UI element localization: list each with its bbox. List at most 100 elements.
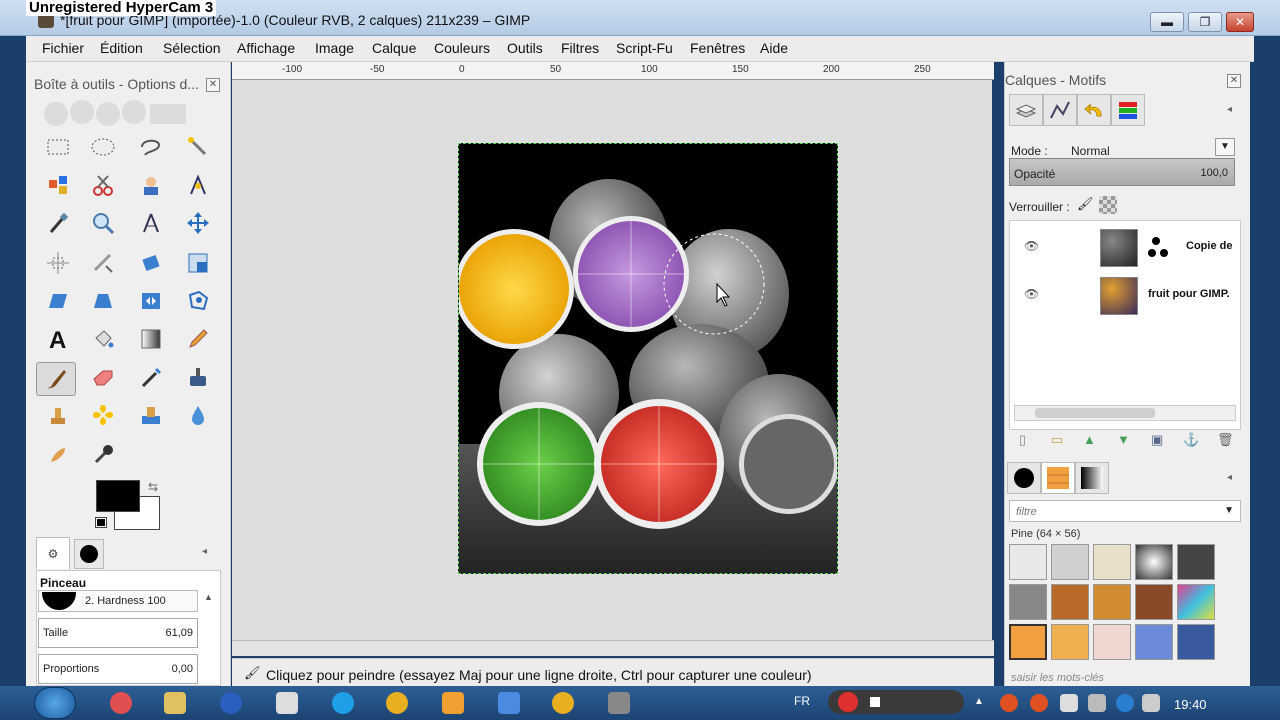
horizontal-scrollbar[interactable]: [232, 640, 994, 656]
menu-couleurs[interactable]: Couleurs: [434, 40, 490, 56]
airbrush-tool-icon[interactable]: [136, 362, 166, 392]
mode-select[interactable]: Normal: [1071, 144, 1110, 158]
paintbrush-tool-icon[interactable]: [36, 362, 76, 396]
file-explorer-icon[interactable]: [164, 692, 186, 714]
scissors-tool-icon[interactable]: [88, 170, 118, 200]
foreground-select-tool-icon[interactable]: [136, 170, 166, 200]
measure-tool-icon[interactable]: [136, 208, 166, 238]
move-tool-icon[interactable]: [183, 208, 213, 238]
perspective-tool-icon[interactable]: [88, 286, 118, 316]
start-button[interactable]: [34, 687, 76, 719]
smudge-tool-icon[interactable]: [43, 440, 73, 470]
pattern-swatch[interactable]: [1051, 624, 1089, 660]
volume-icon[interactable]: [1142, 694, 1160, 712]
rotate-tool-icon[interactable]: [136, 248, 166, 278]
maximize-button[interactable]: ❐: [1188, 12, 1222, 32]
brushes-tab-icon[interactable]: [1007, 462, 1041, 494]
tray-icon[interactable]: [1116, 694, 1134, 712]
panel-menu-icon[interactable]: ◂: [1227, 472, 1232, 483]
pattern-swatch[interactable]: [1135, 624, 1173, 660]
pencil-tool-icon[interactable]: [183, 324, 213, 354]
taskbar-app-icon[interactable]: [442, 692, 464, 714]
heal-tool-icon[interactable]: [88, 400, 118, 430]
visibility-eye-icon[interactable]: 👁: [1024, 239, 1039, 253]
pattern-swatch[interactable]: [1051, 544, 1089, 580]
pattern-swatch[interactable]: [1009, 544, 1047, 580]
menu-filtres[interactable]: Filtres: [561, 40, 599, 56]
taskbar-app-icon[interactable]: [276, 692, 298, 714]
pattern-swatch[interactable]: [1009, 584, 1047, 620]
layers-panel-close-icon[interactable]: ✕: [1227, 74, 1241, 88]
pattern-swatch[interactable]: [1093, 584, 1131, 620]
tray-icon[interactable]: [1060, 694, 1078, 712]
image-canvas[interactable]: [458, 143, 838, 574]
fuzzy-select-tool-icon[interactable]: [183, 132, 213, 162]
network-icon[interactable]: [1088, 694, 1106, 712]
lasso-tool-icon[interactable]: [136, 132, 166, 162]
size-slider[interactable]: Taille 61,09: [38, 618, 198, 648]
pattern-filter-input[interactable]: filtre ▼: [1009, 500, 1241, 522]
pattern-grid[interactable]: [1009, 544, 1229, 664]
ellipse-select-tool-icon[interactable]: [88, 132, 118, 162]
layer-row[interactable]: 👁 Copie de: [1010, 225, 1240, 269]
layers-list[interactable]: 👁 Copie de 👁 fruit pour GIMP.: [1009, 220, 1241, 430]
dodge-burn-tool-icon[interactable]: [88, 440, 118, 470]
close-button[interactable]: ✕: [1226, 12, 1254, 32]
text-tool-icon[interactable]: A: [43, 324, 73, 354]
tool-options-tab[interactable]: ⚙: [36, 537, 70, 569]
pause-record-icon[interactable]: [838, 692, 858, 712]
gradient-tool-icon[interactable]: [136, 324, 166, 354]
mode-dropdown-icon[interactable]: ▼: [1215, 138, 1235, 156]
visibility-eye-icon[interactable]: 👁: [1024, 287, 1039, 301]
stop-record-icon[interactable]: [870, 697, 880, 707]
paths-tool-icon[interactable]: [183, 170, 213, 200]
default-colors-icon[interactable]: [95, 517, 107, 528]
menu-affichage[interactable]: Affichage: [237, 40, 295, 56]
raise-layer-icon[interactable]: ▲: [1083, 432, 1096, 447]
chrome-icon[interactable]: [552, 692, 574, 714]
foreground-color-swatch-front[interactable]: [96, 480, 140, 512]
recorder-controls[interactable]: [828, 690, 964, 714]
menu-outils[interactable]: Outils: [507, 40, 543, 56]
rect-select-tool-icon[interactable]: [43, 132, 73, 162]
taskbar-app-icon[interactable]: [498, 692, 520, 714]
taskbar-app-icon[interactable]: [110, 692, 132, 714]
pattern-swatch[interactable]: [1051, 584, 1089, 620]
menu-aide[interactable]: Aide: [760, 40, 788, 56]
horizontal-ruler[interactable]: -100 -50 0 50 100 150 200 250: [232, 62, 994, 80]
swap-colors-icon[interactable]: ⇆: [148, 480, 158, 494]
bucket-fill-tool-icon[interactable]: [88, 324, 118, 354]
anchor-layer-icon[interactable]: ⚓: [1183, 432, 1199, 448]
patterns-tab-icon[interactable]: [1041, 462, 1075, 494]
layer-row[interactable]: 👁 fruit pour GIMP.: [1010, 273, 1240, 317]
gradients-tab-icon[interactable]: [1075, 462, 1109, 494]
new-layer-group-icon[interactable]: ▭: [1051, 432, 1063, 448]
pattern-swatch-selected[interactable]: [1009, 624, 1047, 660]
crop-tool-icon[interactable]: [88, 248, 118, 278]
clone-tool-icon[interactable]: [43, 400, 73, 430]
menu-edition[interactable]: Édition: [100, 40, 143, 56]
flip-tool-icon[interactable]: [136, 286, 166, 316]
pattern-swatch[interactable]: [1135, 544, 1173, 580]
layers-tab-icon[interactable]: [1009, 94, 1043, 126]
new-layer-icon[interactable]: ▯: [1019, 432, 1026, 448]
clock[interactable]: 19:40: [1174, 697, 1207, 712]
language-indicator[interactable]: FR: [794, 694, 810, 708]
panel-menu-icon[interactable]: ◂: [202, 546, 207, 557]
eraser-tool-icon[interactable]: [88, 362, 118, 392]
scale-tool-icon[interactable]: [183, 248, 213, 278]
lock-alpha-icon[interactable]: [1099, 196, 1117, 214]
zoom-tool-icon[interactable]: [88, 208, 118, 238]
menu-script-fu[interactable]: Script-Fu: [616, 40, 673, 56]
lock-pixels-icon[interactable]: 🖌: [1077, 196, 1094, 212]
paths-tab-icon[interactable]: [1043, 94, 1077, 126]
brush-selector[interactable]: 2. Hardness 100: [38, 590, 198, 612]
menu-fichier[interactable]: Fichier: [42, 40, 84, 56]
pattern-swatch[interactable]: [1177, 544, 1215, 580]
tray-icon[interactable]: [1000, 694, 1018, 712]
undo-history-tab-icon[interactable]: [1077, 94, 1111, 126]
minimize-button[interactable]: ▬: [1150, 12, 1184, 32]
select-by-color-tool-icon[interactable]: [43, 170, 73, 200]
shear-tool-icon[interactable]: [43, 286, 73, 316]
proportions-slider[interactable]: Proportions 0,00: [38, 654, 198, 684]
